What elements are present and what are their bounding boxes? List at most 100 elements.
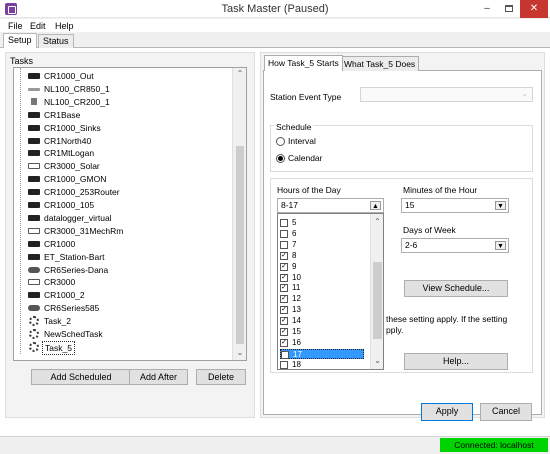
task-label: Task_5 xyxy=(42,340,75,355)
task-tree-item[interactable]: NewSchedTask xyxy=(14,328,232,341)
menu-help[interactable]: Help xyxy=(55,21,74,31)
scroll-down-icon[interactable]: ⌄ xyxy=(371,356,383,366)
hour-checkbox[interactable] xyxy=(280,240,288,249)
interval-label: Interval xyxy=(288,136,316,146)
station-event-type-label: Station Event Type xyxy=(270,92,342,102)
hour-item[interactable]: ✓ 15 xyxy=(280,327,364,338)
logger-icon xyxy=(28,240,40,247)
view-schedule-button[interactable]: View Schedule... xyxy=(404,280,508,297)
hour-checkbox[interactable]: ✓ xyxy=(280,251,288,260)
chevron-down-icon[interactable]: ▼ xyxy=(495,241,506,250)
scroll-down-icon[interactable]: ⌄ xyxy=(233,348,246,358)
days-dropdown[interactable]: 2-6 ▼ xyxy=(401,238,509,253)
hour-item[interactable]: 6 xyxy=(280,229,364,240)
add-after-button[interactable]: Add After xyxy=(129,369,188,385)
hour-item[interactable]: ✓ 16 xyxy=(280,338,364,349)
tasks-scrollbar[interactable]: ⌃ ⌄ xyxy=(232,68,246,360)
tab-what-task-does[interactable]: What Task_5 Does xyxy=(340,56,420,71)
task-tree-item[interactable]: Task_5 xyxy=(14,340,232,355)
chevron-up-icon[interactable]: ▲ xyxy=(370,201,381,210)
hour-checkbox[interactable]: ✓ xyxy=(280,262,288,271)
task-tree-item[interactable]: CR1MtLogan xyxy=(14,147,232,160)
hour-checkbox[interactable] xyxy=(280,360,288,369)
logger-icon xyxy=(28,111,40,118)
tasks-tree[interactable]: CR1000_Out NL100_CR850_1 NL100_CR200_1 CR1B… xyxy=(13,67,247,361)
task-label: CR3000_31MechRm xyxy=(44,225,124,236)
task-label: CR1000_105 xyxy=(44,200,95,210)
hour-checkbox[interactable]: ✓ xyxy=(280,338,288,347)
help-button[interactable]: Help... xyxy=(404,353,508,370)
task-label: CR1000_253Router xyxy=(44,187,120,198)
chevron-down-icon[interactable]: ▼ xyxy=(495,201,506,210)
hour-checkbox[interactable]: ✓ xyxy=(280,284,288,293)
menu-edit[interactable]: Edit xyxy=(30,21,46,31)
close-button[interactable]: ✕ xyxy=(520,0,548,18)
menu-file[interactable]: File xyxy=(8,21,23,31)
hour-item[interactable]: ✓ 8 xyxy=(280,251,364,262)
minimize-button[interactable]: – xyxy=(476,0,498,18)
hour-item[interactable]: 18 xyxy=(280,360,364,369)
hour-checkbox[interactable]: ✓ xyxy=(281,350,289,359)
hour-item[interactable]: ✓ 11 xyxy=(280,283,364,294)
hours-dropdown[interactable]: 8-17 ▲ xyxy=(277,198,384,213)
tab-setup[interactable]: Setup xyxy=(3,33,37,48)
hour-checkbox[interactable] xyxy=(280,219,288,227)
task-tree-item[interactable]: Task_2 xyxy=(14,315,232,328)
hour-checkbox[interactable]: ✓ xyxy=(280,306,288,315)
task-tree-item[interactable]: datalogger_virtual xyxy=(14,212,232,225)
hour-item[interactable]: ✓ 12 xyxy=(280,294,364,305)
task-tree-item[interactable]: CR3000_31MechRm xyxy=(14,225,232,238)
tab-how-task-starts[interactable]: How Task_5 Starts xyxy=(264,55,343,71)
hour-checkbox[interactable] xyxy=(280,229,288,238)
hours-list[interactable]: 5 6 7 ✓ 8 ✓ 9 ✓ 10 ✓ 11 ✓ 12 ✓ 13 ✓ 14 ✓ 15 ✓ 16 ✓ 17 18 ⌃ ⌄ xyxy=(277,213,384,370)
hour-item[interactable]: ✓ 9 xyxy=(280,262,364,273)
hour-item[interactable]: ✓ 13 xyxy=(280,305,364,316)
task-tree-item[interactable]: CR1000 xyxy=(14,238,232,251)
calendar-radio[interactable] xyxy=(276,154,285,163)
task-tree-item[interactable]: CR1000_Out xyxy=(14,70,232,83)
hour-checkbox[interactable]: ✓ xyxy=(280,295,288,304)
hour-item[interactable]: 7 xyxy=(280,240,364,251)
gear-icon xyxy=(29,341,39,352)
delete-button[interactable]: Delete xyxy=(196,369,246,385)
task-tree-item[interactable]: CR1North40 xyxy=(14,135,232,148)
task-tree-item[interactable]: CR1000_253Router xyxy=(14,186,232,199)
task-tree-item[interactable]: CR3000_Solar xyxy=(14,160,232,173)
hour-item[interactable]: ✓ 14 xyxy=(280,316,364,327)
add-scheduled-button[interactable]: Add Scheduled xyxy=(31,369,131,385)
minutes-dropdown[interactable]: 15 ▼ xyxy=(401,198,509,213)
hour-checkbox[interactable]: ✓ xyxy=(280,328,288,336)
hours-scroll-thumb[interactable] xyxy=(373,262,382,339)
interval-radio[interactable] xyxy=(276,137,285,146)
hour-checkbox[interactable]: ✓ xyxy=(280,273,288,282)
hour-item[interactable]: 5 xyxy=(280,218,364,229)
chevron-down-icon: ⌄ xyxy=(521,91,528,98)
task-tree-item[interactable]: CR1000_2 xyxy=(14,289,232,302)
task-label: datalogger_virtual xyxy=(44,212,112,223)
hour-label: 8 xyxy=(292,250,297,260)
cr3000-icon xyxy=(28,227,40,234)
task-tree-item[interactable]: NL100_CR200_1 xyxy=(14,96,232,109)
task-tree-item[interactable]: CR6Series-Dana xyxy=(14,264,232,277)
task-tree-item[interactable]: CR1000_GMON xyxy=(14,173,232,186)
task-tree-item[interactable]: ET_Station-Bart xyxy=(14,251,232,264)
task-tree-item[interactable]: NL100_CR850_1 xyxy=(14,83,232,96)
task-tree-item[interactable]: CR1000_Sinks xyxy=(14,122,232,135)
cancel-button[interactable]: Cancel xyxy=(480,403,532,421)
hour-checkbox[interactable]: ✓ xyxy=(280,317,288,326)
maximize-button[interactable] xyxy=(498,0,520,18)
task-tree-item[interactable]: CR6Series585 xyxy=(14,302,232,315)
hour-item[interactable]: ✓ 10 xyxy=(280,273,364,284)
task-tree-item[interactable]: CR3000 xyxy=(14,276,232,289)
apply-button[interactable]: Apply xyxy=(421,403,473,421)
task-tree-item[interactable]: CR1Base xyxy=(14,109,232,122)
station-event-type-dropdown: ⌄ xyxy=(360,87,533,102)
scroll-up-icon[interactable]: ⌃ xyxy=(233,69,246,79)
hours-scrollbar[interactable]: ⌃ ⌄ xyxy=(370,214,383,369)
task-tree-item[interactable]: CR1000_105 xyxy=(14,199,232,212)
tab-status[interactable]: Status xyxy=(38,34,74,48)
scroll-up-icon[interactable]: ⌃ xyxy=(371,217,383,227)
hour-item[interactable]: ✓ 17 xyxy=(280,348,364,360)
hour-label: 17 xyxy=(293,349,302,359)
scroll-thumb[interactable] xyxy=(236,146,244,344)
